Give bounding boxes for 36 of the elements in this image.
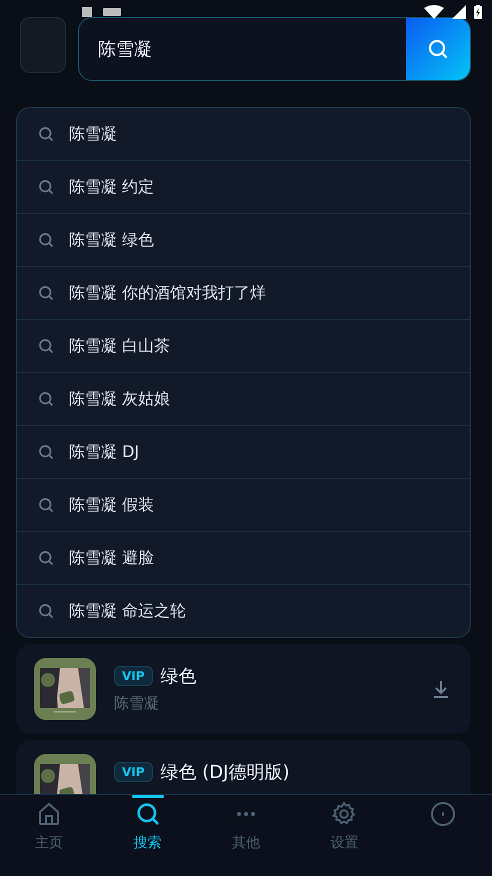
info-icon	[428, 800, 457, 828]
song-title: 绿色	[160, 665, 197, 688]
suggestion-item[interactable]: 陈雪凝 绿色	[17, 213, 470, 266]
suggestion-item[interactable]: 陈雪凝 你的酒馆对我打了烊	[17, 266, 470, 319]
search-icon	[37, 231, 55, 249]
search-icon	[37, 549, 55, 567]
suggestion-item[interactable]: 陈雪凝	[17, 108, 470, 160]
nav-tab[interactable]: 搜索	[98, 795, 197, 876]
song-card[interactable]: VIP 绿色 (DJ德明版)	[16, 740, 471, 795]
song-card[interactable]: VIP 绿色 陈雪凝	[16, 644, 471, 734]
suggestion-item[interactable]: 陈雪凝 DJ	[17, 425, 470, 478]
search-icon	[37, 602, 55, 620]
search-field[interactable]: 陈雪凝	[79, 18, 406, 80]
wifi-icon	[424, 5, 444, 19]
song-title: 绿色 (DJ德明版)	[160, 761, 290, 784]
search-bar[interactable]: 陈雪凝	[78, 17, 471, 81]
suggestion-item[interactable]: 陈雪凝 白山茶	[17, 319, 470, 372]
suggestion-item[interactable]: 陈雪凝 命运之轮	[17, 584, 470, 637]
search-icon	[37, 178, 55, 196]
suggestion-item[interactable]: 陈雪凝 灰姑娘	[17, 372, 470, 425]
search-icon	[37, 496, 55, 514]
search-icon	[37, 284, 55, 302]
suggestion-item[interactable]: 陈雪凝 避脸	[17, 531, 470, 584]
vip-badge: VIP	[114, 762, 153, 782]
search-icon	[37, 125, 55, 143]
battery-icon	[474, 5, 482, 19]
search-icon	[37, 337, 55, 355]
vip-badge: VIP	[114, 666, 153, 686]
search-icon	[37, 443, 55, 461]
suggestion-item[interactable]: 陈雪凝 约定	[17, 160, 470, 213]
suggestion-item[interactable]: 陈雪凝 假装	[17, 478, 470, 531]
search-icon	[426, 37, 450, 61]
more-icon	[236, 811, 256, 817]
song-artist: 陈雪凝	[114, 694, 160, 713]
search-button[interactable]	[406, 18, 470, 80]
search-icon	[37, 390, 55, 408]
